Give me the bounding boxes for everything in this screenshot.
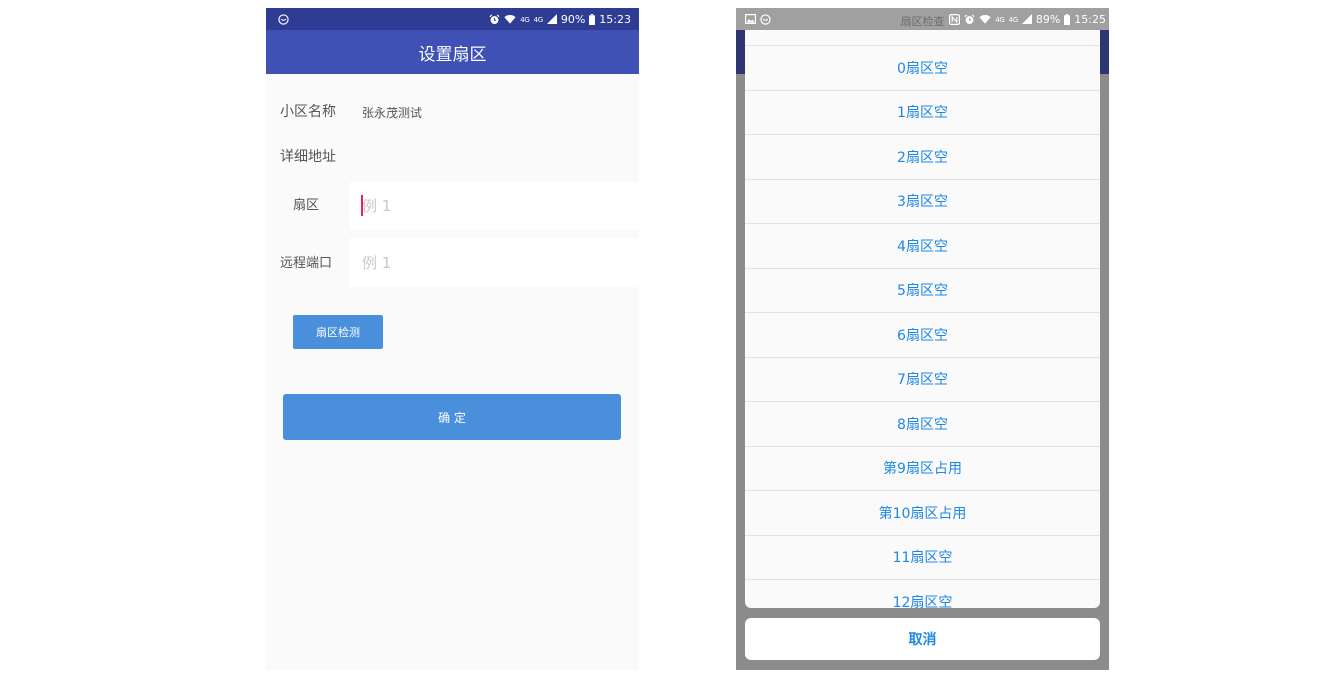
sector-option-10[interactable]: 第10扇区占用 [745, 491, 1100, 536]
sector-list[interactable]: 0扇区空 1扇区空 2扇区空 3扇区空 4扇区空 5扇区空 6扇区空 7扇区空 … [745, 45, 1100, 608]
sector-label: 扇区 [293, 198, 320, 213]
page-title: 设置扇区 [418, 44, 487, 65]
status-icons-right: 4G 4G 90% 15:23 [489, 13, 631, 26]
network-type-cell: 4G [533, 15, 544, 24]
sector-option-1[interactable]: 1扇区空 [745, 91, 1100, 135]
alarm-icon [964, 13, 975, 25]
status-bar: 扇区检查 4G 4G 89% 15:25 [736, 8, 1109, 30]
community-name-label: 小区名称 [280, 104, 336, 120]
text-cursor [361, 195, 363, 216]
nfc-icon [949, 13, 961, 25]
signal-icon [1021, 14, 1032, 24]
sector-option-8[interactable]: 8扇区空 [745, 402, 1100, 447]
battery-icon [1064, 13, 1071, 25]
network-type: 4G [520, 15, 530, 24]
sector-input[interactable] [349, 182, 639, 230]
status-icons-left [745, 13, 771, 25]
sector-option-11[interactable]: 11扇区空 [745, 536, 1100, 580]
sector-check-button[interactable]: 扇区检测 [293, 315, 383, 349]
address-label: 详细地址 [280, 149, 336, 165]
community-name-value: 张永茂测试 [362, 106, 423, 120]
sector-option-7[interactable]: 7扇区空 [745, 358, 1100, 402]
wifi-icon [504, 14, 516, 24]
app-notification-icon [760, 13, 771, 25]
sector-option-5[interactable]: 5扇区空 [745, 269, 1100, 313]
remote-port-label: 远程端口 [280, 256, 333, 271]
sector-check-dialog: 0扇区空 1扇区空 2扇区空 3扇区空 4扇区空 5扇区空 6扇区空 7扇区空 … [745, 30, 1100, 608]
status-icons-left [278, 13, 289, 25]
network-type-cell: 4G [1008, 15, 1019, 24]
battery-percent: 89% [1035, 12, 1061, 26]
confirm-button[interactable]: 确 定 [283, 394, 621, 440]
alarm-icon [489, 13, 500, 25]
sector-option-0[interactable]: 0扇区空 [745, 46, 1100, 91]
app-notification-icon [278, 13, 289, 25]
remote-port-input[interactable] [349, 238, 639, 287]
signal-icon [546, 14, 557, 24]
status-bar: 4G 4G 90% 15:23 [266, 8, 639, 30]
sector-option-6[interactable]: 6扇区空 [745, 313, 1100, 358]
image-notification-icon [745, 14, 756, 24]
cancel-button[interactable]: 取消 [745, 618, 1100, 660]
left-screen: 4G 4G 90% 15:23 设置扇区 小区名称 张永茂测试 详细地址 扇区 … [266, 8, 639, 670]
battery-percent: 90% [560, 12, 586, 26]
clock: 15:25 [1074, 12, 1106, 26]
sector-option-4[interactable]: 4扇区空 [745, 224, 1100, 269]
clock: 15:23 [599, 12, 631, 26]
wifi-icon [979, 14, 991, 24]
right-screen: 扇区检查 4G 4G 89% 15:25 0扇区空 1扇区空 2扇区空 3扇区空… [736, 8, 1109, 670]
sector-option-9[interactable]: 第9扇区占用 [745, 447, 1100, 491]
sector-option-2[interactable]: 2扇区空 [745, 135, 1100, 180]
sector-option-3[interactable]: 3扇区空 [745, 180, 1100, 224]
sector-option-12[interactable]: 12扇区空 [745, 580, 1100, 608]
app-bar: 设置扇区 [266, 30, 639, 74]
network-type: 4G [995, 15, 1005, 24]
battery-icon [589, 13, 596, 25]
status-icons-right: 4G 4G 89% 15:25 [949, 13, 1106, 26]
